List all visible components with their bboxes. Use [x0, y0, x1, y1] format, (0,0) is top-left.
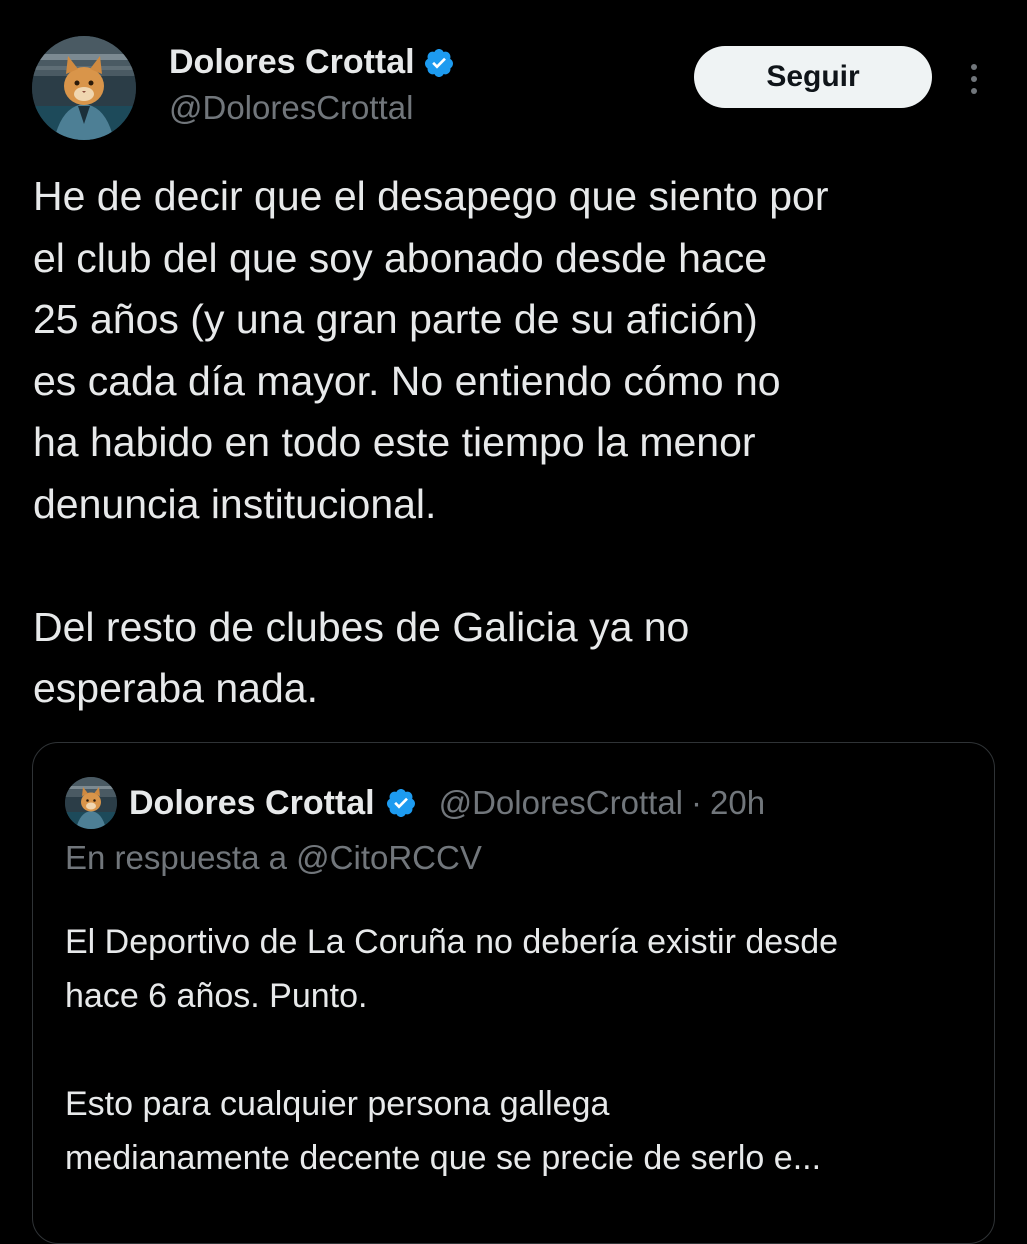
quoted-author-avatar [65, 777, 117, 829]
quoted-verified-badge-icon [385, 787, 417, 819]
verified-badge-icon[interactable] [423, 46, 455, 78]
reply-prefix: En respuesta a [65, 839, 287, 876]
tweet-paragraph: Del resto de clubes de Galicia ya no esp… [33, 603, 690, 712]
author-name-text: Dolores Crottal [169, 43, 415, 81]
quoted-paragraph: El Deportivo de La Coruña no debería exi… [65, 923, 839, 1015]
reply-context: En respuesta a @CitoRCCV [65, 835, 482, 881]
more-vertical-icon-dot [971, 88, 977, 94]
tweet-paragraph: He de decir que el desapego que siento p… [33, 173, 829, 527]
more-options-button[interactable] [956, 54, 992, 104]
author-name[interactable]: Dolores Crottal [169, 40, 455, 84]
author-avatar[interactable] [32, 36, 136, 140]
tweet-text: He de decir que el desapego que siento p… [33, 166, 993, 720]
more-vertical-icon [971, 64, 977, 70]
quoted-tweet-card[interactable]: Dolores Crottal @DoloresCrottal · 20h En… [32, 742, 995, 1244]
author-handle[interactable]: @DoloresCrottal [169, 86, 413, 130]
quoted-author-name: Dolores Crottal [129, 783, 375, 822]
tweet: Dolores Crottal @DoloresCrottal Seguir H… [0, 0, 1027, 1244]
reply-mention-link[interactable]: @CitoRCCV [296, 839, 482, 876]
more-vertical-icon-dot [971, 76, 977, 82]
dot-separator: · [691, 784, 702, 821]
quoted-tweet-text: El Deportivo de La Coruña no debería exi… [65, 915, 975, 1185]
quoted-timestamp: 20h [710, 784, 766, 821]
quoted-paragraph: Esto para cualquier persona gallega medi… [65, 1085, 822, 1177]
quoted-tweet-header: Dolores Crottal @DoloresCrottal · 20h [65, 777, 765, 829]
follow-button[interactable]: Seguir [694, 46, 932, 108]
quoted-author-handle: @DoloresCrottal [438, 784, 683, 821]
